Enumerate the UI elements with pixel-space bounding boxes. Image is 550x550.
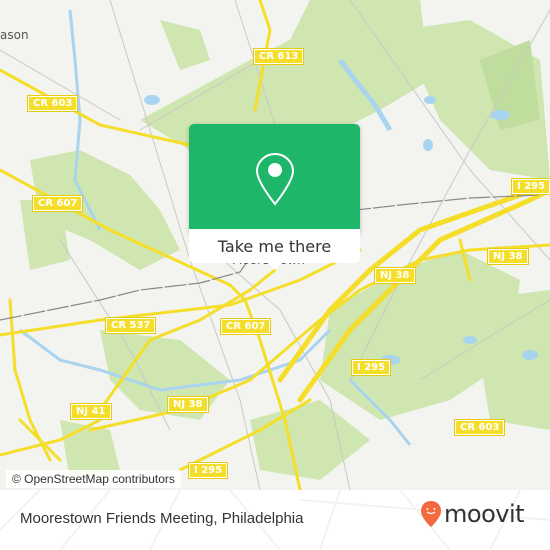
road-shield: CR 607 (31, 195, 84, 212)
road-shield: NJ 38 (167, 396, 209, 413)
location-title: Moorestown Friends Meeting, Philadelphia (20, 510, 304, 527)
place-label: ason (0, 28, 29, 42)
road-shield: NJ 38 (374, 267, 416, 284)
map[interactable]: ason Moorestown nfield CR 613 CR 603 CR … (0, 0, 550, 490)
road-shield: CR 607 (219, 318, 272, 335)
popup-pointer (268, 263, 282, 270)
map-pin-icon (255, 152, 295, 206)
moovit-pin-icon (421, 501, 441, 527)
place-label: nfield (0, 340, 1, 368)
moovit-logo[interactable]: moovit (420, 500, 525, 528)
road-shield: NJ 38 (487, 248, 529, 265)
location-popup: Take me there (189, 124, 360, 270)
footer: Moorestown Friends Meeting, Philadelphia… (0, 490, 550, 550)
road-shield: NJ 41 (70, 403, 112, 420)
road-shield: CR 613 (252, 48, 305, 65)
road-shield: I 295 (350, 359, 392, 376)
road-shield: CR 603 (453, 419, 506, 436)
road-shield: I 295 (187, 462, 229, 479)
road-shield: CR 603 (26, 95, 79, 112)
road-shield: CR 537 (104, 317, 157, 334)
popup-header (189, 124, 360, 229)
road-shield: I 295 (510, 178, 550, 195)
map-attribution[interactable]: © OpenStreetMap contributors (6, 470, 181, 488)
moovit-wordmark: moovit (444, 500, 525, 528)
take-me-there-button[interactable]: Take me there (189, 229, 360, 263)
